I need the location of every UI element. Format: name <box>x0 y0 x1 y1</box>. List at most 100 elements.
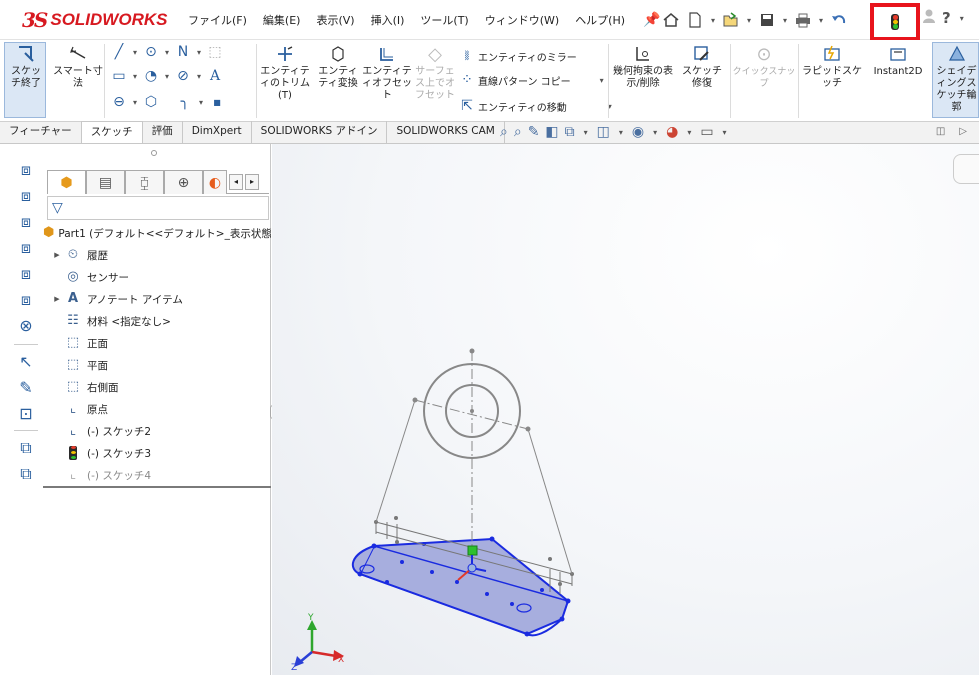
display-settings-icon[interactable]: ▭ <box>700 124 713 140</box>
sketch-exit-button[interactable]: スケッチ終了 <box>8 44 44 90</box>
view-iso-icon[interactable]: ⊗ <box>14 316 38 336</box>
propertymanager-icon[interactable]: ▤ <box>86 170 125 194</box>
move-dropdown-icon[interactable]: ▾ <box>605 102 615 111</box>
scale-entities-icon[interactable]: ⧉ <box>14 464 38 484</box>
task-pane-tab[interactable] <box>953 154 979 184</box>
convert-entities-button[interactable]: エンティティ変換 <box>314 44 362 90</box>
rapid-sketch-button[interactable]: ラピッドスケッチ <box>800 44 864 90</box>
menu-tools[interactable]: ツール(T) <box>412 12 476 28</box>
open-icon[interactable] <box>720 8 742 32</box>
tree-item-front-plane[interactable]: ⬚ 正面 <box>43 332 271 354</box>
menu-window[interactable]: ウィンドウ(W) <box>477 12 567 28</box>
display-dropdown-icon[interactable]: ▾ <box>720 128 730 137</box>
display-relations-button[interactable]: 幾何拘束の表示/削除 <box>612 44 674 90</box>
tab-scroll-right-icon[interactable]: ▸ <box>245 173 259 190</box>
point-icon[interactable]: ■ <box>208 98 226 107</box>
tree-root[interactable]: ⬢ Part1 (デフォルト<<デフォルト>_表示状態 1>) <box>43 222 271 244</box>
displaymanager-icon[interactable]: ◐ <box>203 170 227 194</box>
menu-insert[interactable]: 挿入(I) <box>363 12 413 28</box>
line-icon[interactable]: ╱ <box>110 44 128 60</box>
tree-item-right-plane[interactable]: ⬚ 右側面 <box>43 376 271 398</box>
tab-dimxpert[interactable]: DimXpert <box>183 121 252 143</box>
tree-rollback-bar[interactable] <box>43 486 271 488</box>
tree-item-sketch4[interactable]: ⌞ (-) スケッチ4 <box>43 464 271 486</box>
trim-entities-button[interactable]: エンティティのトリム(T) <box>258 44 312 102</box>
quick-snaps-button[interactable]: ⊙ クイックスナップ <box>732 44 796 90</box>
model-viewport[interactable]: Y X Z <box>272 144 979 675</box>
home-icon[interactable] <box>660 8 682 32</box>
shaded-sketch-contours-button[interactable]: シェイディングスケッチ輪郭 <box>934 44 979 114</box>
linear-pattern-dropdown-icon[interactable]: ▾ <box>597 76 607 85</box>
line-dropdown-icon[interactable]: ▾ <box>130 48 140 57</box>
rectangle-dropdown-icon[interactable]: ▾ <box>130 72 140 81</box>
menu-view[interactable]: 表示(V) <box>308 12 362 28</box>
fillet-dropdown-icon[interactable]: ▾ <box>196 98 206 107</box>
zoom-to-area-icon[interactable]: ⌕ <box>514 124 522 140</box>
instant2d-button[interactable]: Instant2D <box>866 44 930 78</box>
dimxpertmanager-icon[interactable]: ⊕ <box>164 170 203 194</box>
help-dropdown-icon[interactable]: ▾ <box>957 14 967 23</box>
tree-item-annotations[interactable]: ▶ A アノテート アイテム <box>43 288 271 310</box>
view-bottom-icon[interactable]: ⧈ <box>14 290 38 310</box>
section-view-icon[interactable]: ◧ <box>545 124 558 140</box>
tab-scroll-left-icon[interactable]: ◂ <box>229 173 243 190</box>
sketch-picture-icon[interactable]: ⊡ <box>14 404 38 424</box>
new-document-icon[interactable] <box>684 8 706 32</box>
view-right-icon[interactable]: ⧈ <box>14 238 38 258</box>
slot-dropdown-icon[interactable]: ▾ <box>130 98 140 107</box>
menu-help[interactable]: ヘルプ(H) <box>567 12 633 28</box>
polygon-icon[interactable]: ⬡ <box>142 94 160 110</box>
fillet-icon[interactable]: ╮ <box>176 94 194 110</box>
ellipse-icon[interactable]: ⊘ <box>174 68 192 84</box>
tab-solidworks-cam[interactable]: SOLIDWORKS CAM <box>387 121 505 143</box>
view-top-icon[interactable]: ⧈ <box>14 264 38 284</box>
new-dropdown-icon[interactable]: ▾ <box>708 16 718 25</box>
rectangle-icon[interactable]: ▭ <box>110 68 128 84</box>
copy-entities-icon[interactable]: ⧉ <box>14 438 38 458</box>
tab-sketch[interactable]: スケッチ <box>81 121 143 143</box>
view-front-icon[interactable]: ⧈ <box>14 160 38 180</box>
configurationmanager-icon[interactable]: ⧮ <box>125 170 164 194</box>
menu-edit[interactable]: 編集(E) <box>255 12 309 28</box>
orientation-dropdown-icon[interactable]: ▾ <box>616 128 626 137</box>
help-icon[interactable]: ? <box>942 9 951 27</box>
repair-sketch-button[interactable]: スケッチ修復 <box>678 44 726 90</box>
tree-filter[interactable]: ▽ <box>47 196 269 220</box>
save-dropdown-icon[interactable]: ▾ <box>780 16 790 25</box>
smart-dimension-button[interactable]: スマート寸法 <box>52 44 104 90</box>
ellipse-dropdown-icon[interactable]: ▾ <box>194 72 204 81</box>
circle-dropdown-icon[interactable]: ▾ <box>162 48 172 57</box>
open-dropdown-icon[interactable]: ▾ <box>744 16 754 25</box>
hide-show-dropdown-icon[interactable]: ▾ <box>650 128 660 137</box>
tree-item-sketch3[interactable]: (-) スケッチ3 <box>43 442 271 464</box>
restore-pane-icon[interactable]: ◫ <box>936 126 945 137</box>
menu-file[interactable]: ファイル(F) <box>180 12 255 28</box>
graphics-area[interactable]: Y X Z <box>272 144 979 675</box>
featuremanager-tree-icon[interactable]: ⬢ <box>47 170 86 194</box>
dynamic-annotation-icon[interactable]: ⧉ <box>565 124 575 140</box>
save-icon[interactable] <box>756 8 778 32</box>
linear-pattern-button[interactable]: ⁘ 直線パターン コピー ▾ <box>458 72 607 88</box>
solidworks-logo[interactable]: 3S SOLIDWORKS <box>0 0 180 40</box>
panel-grip-icon[interactable] <box>151 150 157 156</box>
tree-item-history[interactable]: ▶ ⏲ 履歴 <box>43 244 271 266</box>
select-icon[interactable]: ↖ <box>14 352 38 372</box>
tree-item-material[interactable]: ☷ 材料 <指定なし> <box>43 310 271 332</box>
tree-item-sensors[interactable]: ◎ センサー <box>43 266 271 288</box>
expand-pane-icon[interactable]: ▷ <box>959 126 967 137</box>
expand-arrow-icon[interactable]: ▶ <box>51 295 63 303</box>
view-orientation-icon[interactable]: ◫ <box>597 124 610 140</box>
offset-entities-button[interactable]: エンティティオフセット <box>362 44 412 102</box>
appearance-dropdown-icon[interactable]: ▾ <box>684 128 694 137</box>
pin-icon[interactable]: 📌 <box>643 12 660 28</box>
tab-features[interactable]: フィーチャー <box>0 121 82 143</box>
view-back-icon[interactable]: ⧈ <box>14 186 38 206</box>
tree-item-top-plane[interactable]: ⬚ 平面 <box>43 354 271 376</box>
view-dropdown-icon[interactable]: ▾ <box>581 128 591 137</box>
slot-icon[interactable]: ⊖ <box>110 94 128 110</box>
tab-evaluate[interactable]: 評価 <box>143 121 183 143</box>
print-icon[interactable] <box>792 8 814 32</box>
rebuild-traffic-light-icon[interactable] <box>891 14 899 30</box>
undo-icon[interactable] <box>828 8 850 32</box>
arc-icon[interactable]: ◔ <box>142 68 160 84</box>
